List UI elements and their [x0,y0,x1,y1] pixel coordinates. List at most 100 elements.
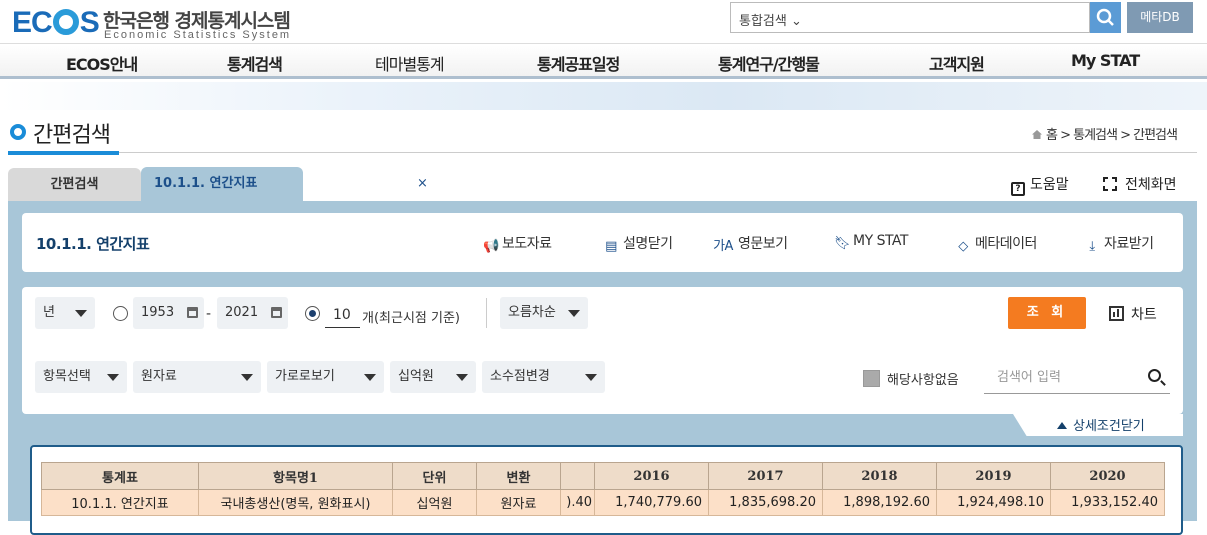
table-cell: 10.1.1. 연간지표 [41,489,199,516]
year-to-input[interactable]: 2021 [217,297,288,329]
title-accent [8,151,119,155]
mystat-button[interactable]: 🔖︎ MY STAT [834,233,908,251]
table-header[interactable]: 2018 [822,462,937,490]
main-nav: ECOS안내 통계검색 테마별통계 통계공표일정 통계연구/간행물 고객지원 M… [0,45,1207,79]
chevron-down-icon: ⌄ [790,14,802,29]
table-header[interactable]: 2016 [594,462,709,490]
megaphone-icon: 📢 [483,239,499,254]
stat-title: 10.1.1. 연간지표 [36,235,150,253]
caret-down-icon [364,374,376,381]
table-cell: 1,898,192.60 [822,489,937,516]
table-cell: 1,924,498.10 [936,489,1051,516]
calendar-icon [271,307,282,318]
download-button[interactable]: ⤓ 자료받기 [1085,233,1154,254]
table-header[interactable] [560,462,595,490]
order-select[interactable]: 오름차순 [500,297,588,329]
detail-toggle-button[interactable]: 상세조건닫기 [1057,415,1145,434]
press-release-button[interactable]: 📢 보도자료 [483,233,552,254]
table-header[interactable]: 단위 [392,462,477,490]
table-cell: 1,740,779.60 [594,489,709,516]
close-icon[interactable]: × [417,167,428,201]
nav-item-mystat[interactable]: My STAT [1071,51,1140,70]
nav-item-support[interactable]: 고객지원 [929,51,985,75]
breadcrumb[interactable]: 홈 > 통계검색 > 간편검색 [1032,124,1178,143]
caret-down-icon [456,374,468,381]
download-icon: ⤓ [1089,239,1095,254]
tag-icon: ◇ [958,239,968,254]
table-header[interactable]: 2017 [708,462,823,490]
nav-item-ecos-info[interactable]: ECOS안내 [66,51,138,75]
table-header[interactable]: 2019 [936,462,1051,490]
caret-down-icon [568,310,580,317]
nav-decoration [0,82,1207,110]
metadb-button[interactable]: 메타DB [1127,2,1193,33]
caret-down-icon [75,310,87,317]
document-icon: ▤ [605,239,617,254]
nav-item-release-schedule[interactable]: 통계공표일정 [537,51,620,75]
site-name-en: Economic Statistics System [104,29,292,41]
period-select[interactable]: 년 [35,297,95,329]
table-cell: 십억원 [392,489,477,516]
count-label: 개(최근시점 기준) [362,311,460,326]
bar-chart-icon [1109,306,1124,321]
table-cell: ).40 [560,489,595,516]
bookmark-icon: 🔖︎ [834,236,851,251]
table-cell: 1,933,152.40 [1050,489,1165,516]
title-divider [8,152,1197,153]
tab-annual-indicator[interactable]: 10.1.1. 연간지표 × [141,167,428,201]
search-icon [1096,8,1114,26]
table-header-row: 통계표 항목명1 단위 변환 2016 2017 2018 2019 2020 [41,462,1165,490]
tab-simple-search[interactable]: 간편검색 [8,168,141,201]
keyword-input[interactable]: 검색어 입력 [984,362,1170,394]
search-button[interactable] [1090,2,1121,33]
close-description-button[interactable]: ▤ 설명닫기 [604,233,673,254]
count-radio[interactable] [305,306,320,321]
table-cell: 1,835,698.20 [708,489,823,516]
title-bullet-icon [10,124,26,140]
calendar-icon [187,307,198,318]
site-header: EC S 한국은행 경제통계시스템 Economic Statistics Sys… [0,0,1207,44]
table-header[interactable]: 변환 [476,462,561,490]
help-button[interactable]: ? 도움말 [1011,174,1069,196]
translate-icon: 가A [713,239,733,254]
search-icon[interactable] [1148,369,1161,382]
range-radio[interactable] [113,306,128,321]
query-button[interactable]: 조 회 [1008,297,1086,329]
triangle-up-icon [1057,422,1067,429]
table-cell: 국내총생산(명목, 원화표시) [198,489,393,516]
na-checkbox[interactable] [863,370,880,387]
fullscreen-button[interactable]: 전체화면 [1103,174,1177,194]
ecos-logo[interactable]: EC S [12,6,100,40]
table-header[interactable]: 2020 [1050,462,1165,490]
global-search-input[interactable]: 통합검색 ⌄ [730,2,1090,33]
divider [486,298,487,328]
fullscreen-icon [1103,177,1117,191]
table-header[interactable]: 항목명1 [198,462,393,490]
table-header[interactable]: 통계표 [41,462,199,490]
count-input[interactable]: 10 [325,302,360,328]
page-title: 간편검색 [33,123,111,148]
caret-down-icon [107,374,119,381]
help-icon: ? [1011,182,1025,196]
nav-item-theme-stats[interactable]: 테마별통계 [375,51,445,75]
data-table: 통계표 항목명1 단위 변환 2016 2017 2018 2019 2020 … [41,462,1165,516]
table-row[interactable]: 10.1.1. 연간지표 국내총생산(명목, 원화표시) 십억원 원자료 ).4… [41,489,1165,516]
year-dash: - [206,306,212,322]
view-select[interactable]: 가로로보기 [267,361,384,393]
caret-down-icon [241,374,253,381]
home-icon [1032,130,1042,139]
table-cell: 원자료 [476,489,561,516]
metadata-button[interactable]: ◇ 메타데이터 [956,233,1037,254]
nav-item-research[interactable]: 통계연구/간행물 [718,51,820,75]
unit-select[interactable]: 십억원 [390,361,476,393]
caret-down-icon [585,374,597,381]
decimal-select[interactable]: 소수점변경 [482,361,605,393]
year-from-input[interactable]: 1953 [133,297,204,329]
data-type-select[interactable]: 원자료 [133,361,261,393]
nav-item-stat-search[interactable]: 통계검색 [227,51,283,75]
na-label: 해당사항없음 [887,373,959,388]
english-view-button[interactable]: 가A 영문보기 [713,233,788,254]
item-select[interactable]: 항목선택 [35,361,127,393]
chart-button[interactable]: 차트 [1109,304,1157,324]
search-scope-select[interactable]: 통합검색 ⌄ [739,10,802,29]
